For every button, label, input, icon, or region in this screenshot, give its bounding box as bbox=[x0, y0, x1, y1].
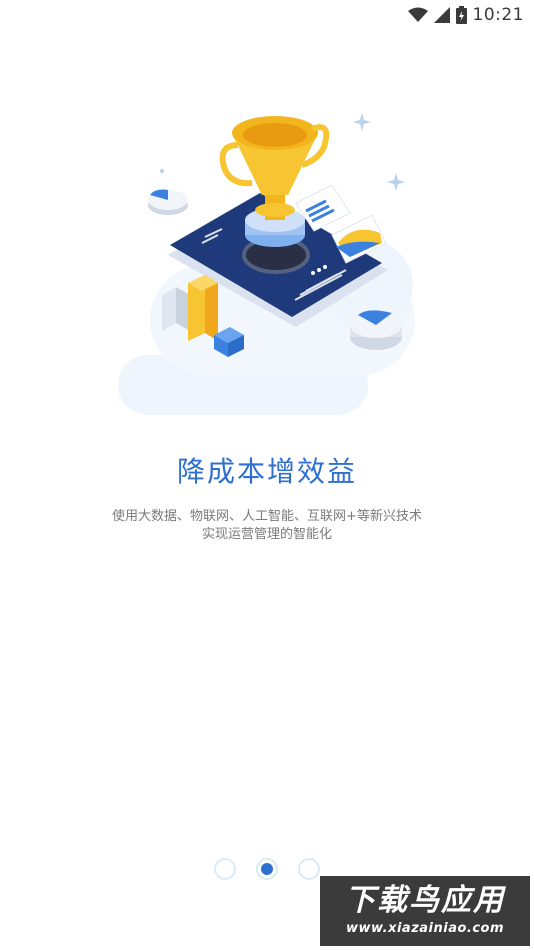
status-bar: 10:21 bbox=[0, 0, 534, 30]
watermark-url: www.xiazainiao.com bbox=[345, 921, 505, 936]
onboarding-description: 使用大数据、物联网、人工智能、互联网+等新兴技术实现运营管理的智能化 bbox=[112, 509, 422, 542]
page-dot-3[interactable] bbox=[298, 858, 320, 880]
pie-chart-icon bbox=[148, 189, 188, 215]
page-dot-1[interactable] bbox=[214, 858, 236, 880]
wifi-icon bbox=[407, 7, 428, 22]
onboarding-title: 降成本增效益 bbox=[176, 455, 357, 488]
status-icons: 10:21 bbox=[407, 3, 525, 27]
page-dot-2-active[interactable] bbox=[256, 858, 278, 880]
battery-icon bbox=[455, 6, 467, 24]
trophy-on-phone-illustration bbox=[118, 113, 415, 415]
cellular-signal-icon bbox=[433, 7, 450, 23]
status-time: 10:21 bbox=[472, 5, 524, 25]
watermark-logo: 下载鸟应用 www.xiazainiao.com bbox=[320, 876, 530, 946]
pie-chart-icon bbox=[350, 310, 402, 350]
watermark-title: 下载鸟应用 bbox=[345, 883, 505, 918]
